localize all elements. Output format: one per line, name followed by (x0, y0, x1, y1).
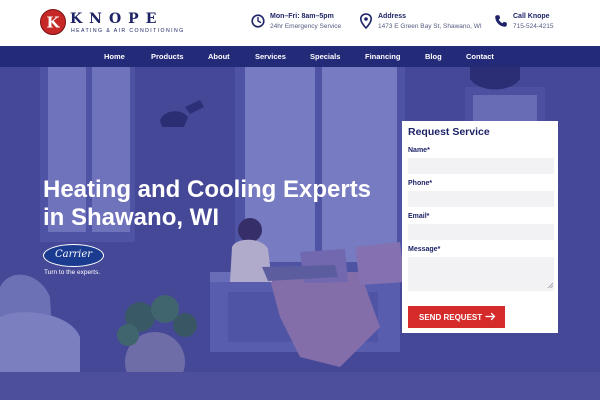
name-field[interactable] (408, 158, 554, 174)
hours-subtitle: 24hr Emergency Service (270, 23, 342, 30)
nav-blog[interactable]: Blog (425, 46, 442, 67)
message-field[interactable] (408, 257, 554, 291)
email-field[interactable] (408, 224, 554, 240)
nav-home[interactable]: Home (104, 46, 125, 67)
address-title: Address (378, 13, 407, 20)
phone-label: Phone* (408, 180, 433, 187)
svg-text:K: K (46, 14, 60, 32)
top-header: K KNOPE HEATING & AIR CONDITIONING Mon–F… (0, 0, 600, 46)
nav-about[interactable]: About (208, 46, 230, 67)
hours-title: Mon–Fri: 8am–5pm (270, 13, 334, 20)
hero-headline: Heating and Cooling Experts in Shawano, … (43, 176, 372, 231)
form-title: Request Service (408, 126, 490, 138)
map-pin-icon (359, 13, 373, 29)
logo-mark-icon: K (40, 9, 66, 35)
resize-handle-icon[interactable] (547, 282, 553, 288)
name-label: Name* (408, 147, 430, 154)
site-logo[interactable]: K KNOPE HEATING & AIR CONDITIONING (40, 8, 190, 38)
nav-financing[interactable]: Financing (365, 46, 400, 67)
logo-tagline: HEATING & AIR CONDITIONING (71, 28, 185, 34)
message-label: Message* (408, 246, 441, 253)
phone-icon (495, 15, 507, 27)
phone-number[interactable]: 715-524-4215 (513, 23, 553, 30)
clock-icon (251, 14, 265, 28)
nav-contact[interactable]: Contact (466, 46, 494, 67)
logo-wordmark: KNOPE (70, 11, 164, 27)
nav-services[interactable]: Services (255, 46, 286, 67)
request-service-form: Request Service Name* Phone* Email* Mess… (402, 121, 558, 333)
main-nav: Home Products About Services Specials Fi… (0, 46, 600, 67)
carrier-logo-text: Carrier (54, 249, 93, 260)
arrow-right-icon (485, 312, 496, 321)
nav-products[interactable]: Products (151, 46, 184, 67)
send-request-button[interactable]: SEND REQUEST (408, 306, 505, 328)
nav-specials[interactable]: Specials (310, 46, 340, 67)
call-title: Call Knope (513, 13, 550, 20)
carrier-logo[interactable]: Carrier (43, 244, 104, 267)
phone-field[interactable] (408, 191, 554, 207)
email-label: Email* (408, 213, 430, 220)
carrier-tagline: Turn to the experts. (44, 269, 101, 276)
send-request-label: SEND REQUEST (419, 312, 483, 322)
address-text: 1473 E Green Bay St, Shawano, WI (378, 23, 482, 30)
